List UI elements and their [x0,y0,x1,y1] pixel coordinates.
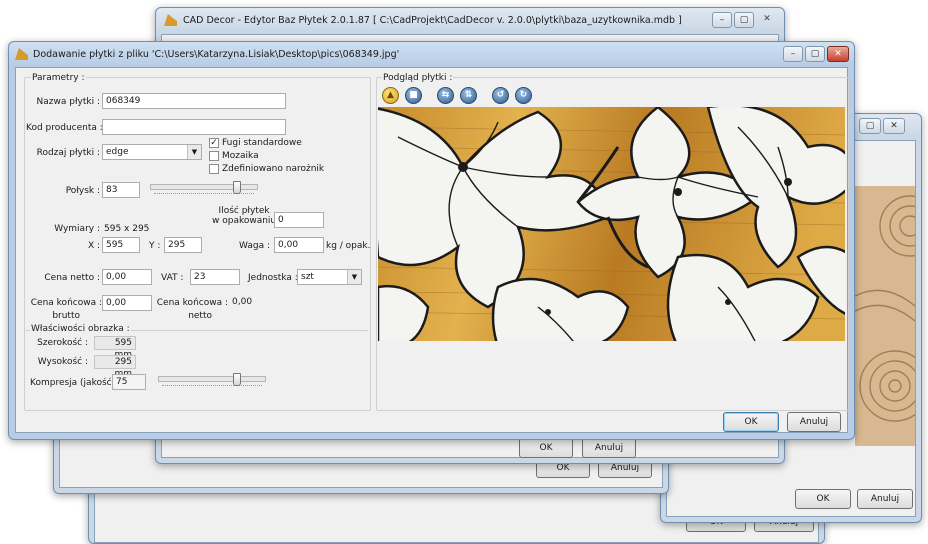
dialog-client: Parametry : Nazwa płytki : 068349 Kod pr… [15,67,849,433]
image-width-label: Szerokość : [37,338,88,348]
unit-select[interactable]: szt ▼ [297,269,362,285]
corner-defined-label: Zdefiniowano narożnik [222,164,325,174]
rotate-right-icon[interactable]: ↻ [515,87,532,104]
minimize-button[interactable]: – [712,12,732,28]
net-final-price-label: Cena końcowa : netto [154,297,228,323]
tile-thumbnail-image [855,186,915,446]
tile-preview-image [378,107,845,341]
weight-unit: kg / opak. [326,241,371,251]
ok-button[interactable]: OK [723,412,779,432]
mosaic-checkbox[interactable] [209,151,219,161]
minimize-button[interactable]: – [783,46,803,62]
background-window-title: CAD Decor - Edytor Baz Płytek 2.0.1.87 [… [183,15,682,26]
parameters-group-label: Parametry : [31,73,86,83]
vat-input[interactable]: 23 [190,269,240,285]
image-properties-group-label: Właściwości obrazka : [30,324,131,334]
gross-final-price-label-line2: brutto [52,311,80,321]
right-window-cancel-button[interactable]: Anuluj [857,489,913,509]
main-ok-button[interactable]: OK [519,438,573,458]
close-button[interactable]: ✕ [883,118,905,134]
gloss-input[interactable]: 83 [102,182,140,198]
net-final-price-value: 0,00 [232,297,253,307]
compression-label: Kompresja (jakość) : [30,378,122,388]
flip-horizontal-icon[interactable]: ⇆ [437,87,454,104]
weight-input[interactable]: 0,00 [274,237,324,253]
x-input[interactable]: 595 [102,237,140,253]
close-button: ✕ [763,14,771,24]
gross-final-price-input[interactable]: 0,00 [102,295,152,311]
corner-defined-checkbox[interactable] [209,164,219,174]
app-logo-icon [164,14,177,26]
weight-label: Waga : [239,241,270,251]
gross-final-price-label: Cena końcowa : brutto [28,297,102,323]
unit-label: Jednostka : [248,273,298,283]
name-label: Nazwa płytki : [36,97,100,107]
gross-final-price-label-line1: Cena końcowa : [30,298,102,308]
unit-value: szt [301,272,314,282]
name-input[interactable]: 068349 [102,93,286,109]
gloss-label: Połysk : [65,186,100,196]
image-height-value: 295 mm [94,355,136,379]
cancel-button[interactable]: Anuluj [787,412,841,432]
pack-count-label-line1: Ilość płytek [218,206,270,216]
image-height-label: Wysokość : [37,357,88,367]
chevron-down-icon: ▼ [187,145,201,159]
rotate-left-icon[interactable]: ↺ [492,87,509,104]
flip-vertical-icon[interactable]: ⇅ [460,87,477,104]
image-width-value: 595 mm [94,336,136,360]
y-label: Y : [149,241,161,251]
open-folder-icon[interactable]: ▲ [382,87,399,104]
maximize-button[interactable]: ▢ [734,12,754,28]
gloss-slider-thumb[interactable] [233,181,241,194]
add-tile-dialog: Dodawanie płytki z pliku 'C:\Users\Katar… [8,41,855,440]
close-button[interactable]: ✕ [827,46,849,62]
net-final-price-label-line2: netto [188,311,212,321]
main-cancel-button[interactable]: Anuluj [582,438,636,458]
net-final-price-label-line1: Cena końcowa : [156,298,228,308]
maximize-button[interactable]: ▢ [805,46,825,62]
dialog-title: Dodawanie płytki z pliku 'C:\Users\Katar… [33,49,400,60]
app-logo-icon [15,48,28,60]
preview-group-label: Podgląd płytki : [382,73,454,83]
gloss-slider[interactable] [150,181,258,197]
mosaic-label: Mozaika [222,151,259,161]
tile-type-select[interactable]: edge ▼ [102,144,202,160]
right-window-ok-button[interactable]: OK [795,489,851,509]
pack-count-label-line2: w opakowaniu [212,216,277,226]
dimensions-value: 595 x 295 [104,224,150,234]
y-input[interactable]: 295 [164,237,202,253]
x-label: X : [87,241,100,251]
dimensions-label: Wymiary : [54,224,100,234]
producer-code-input[interactable] [102,119,286,135]
save-disk-icon[interactable]: ■ [405,87,422,104]
compression-slider[interactable] [158,373,266,389]
pack-count-label: Ilość płytek w opakowaniu [212,206,276,226]
standard-grout-label: Fugi standardowe [222,138,302,148]
compression-slider-thumb[interactable] [233,373,241,386]
vat-label: VAT : [161,273,184,283]
producer-code-label: Kod producenta : [26,123,103,133]
tile-type-label: Rodzaj płytki : [36,148,100,158]
net-price-label: Cena netto : [44,273,100,283]
restore-button[interactable]: ▢ [859,118,881,134]
pack-count-input[interactable]: 0 [274,212,324,228]
chevron-down-icon: ▼ [347,270,361,284]
net-price-input[interactable]: 0,00 [102,269,152,285]
standard-grout-checkbox[interactable]: ✓ [209,138,219,148]
compression-input[interactable]: 75 [112,374,146,390]
tile-type-value: edge [106,147,129,157]
